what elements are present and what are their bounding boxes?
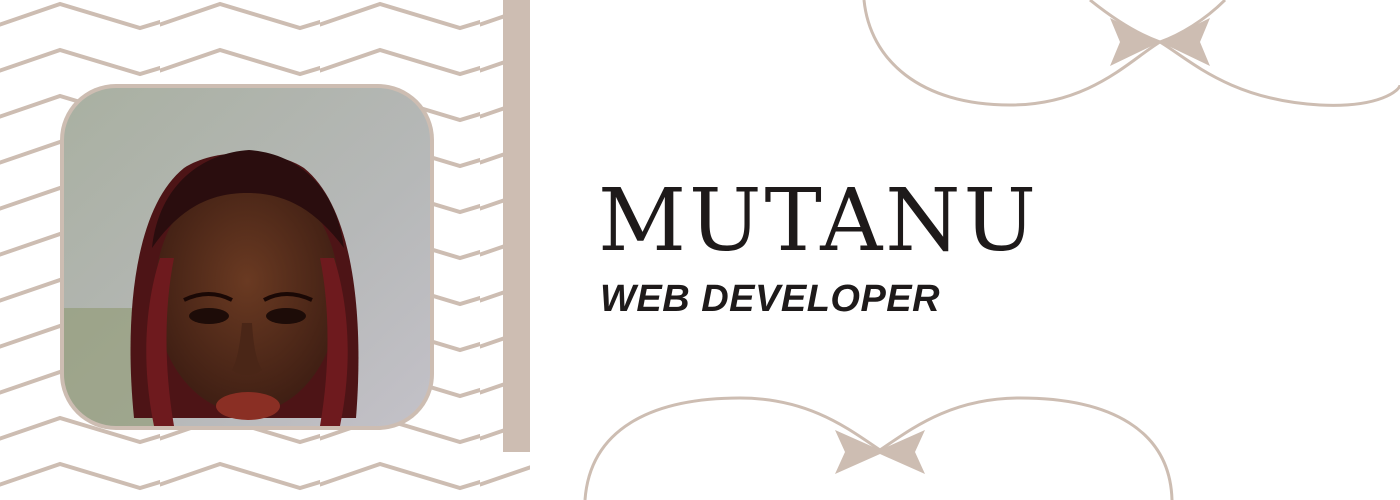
profile-photo bbox=[64, 88, 430, 426]
profile-name: MUTANU bbox=[598, 171, 1040, 271]
left-panel bbox=[0, 0, 530, 500]
profile-photo-frame bbox=[60, 84, 434, 430]
profile-role: WEB DEVELOPER bbox=[600, 278, 941, 320]
bottom-ornament bbox=[583, 396, 1174, 500]
portrait-icon bbox=[64, 88, 430, 426]
vertical-accent-bar bbox=[503, 0, 530, 452]
top-right-ornament bbox=[862, 0, 1400, 107]
